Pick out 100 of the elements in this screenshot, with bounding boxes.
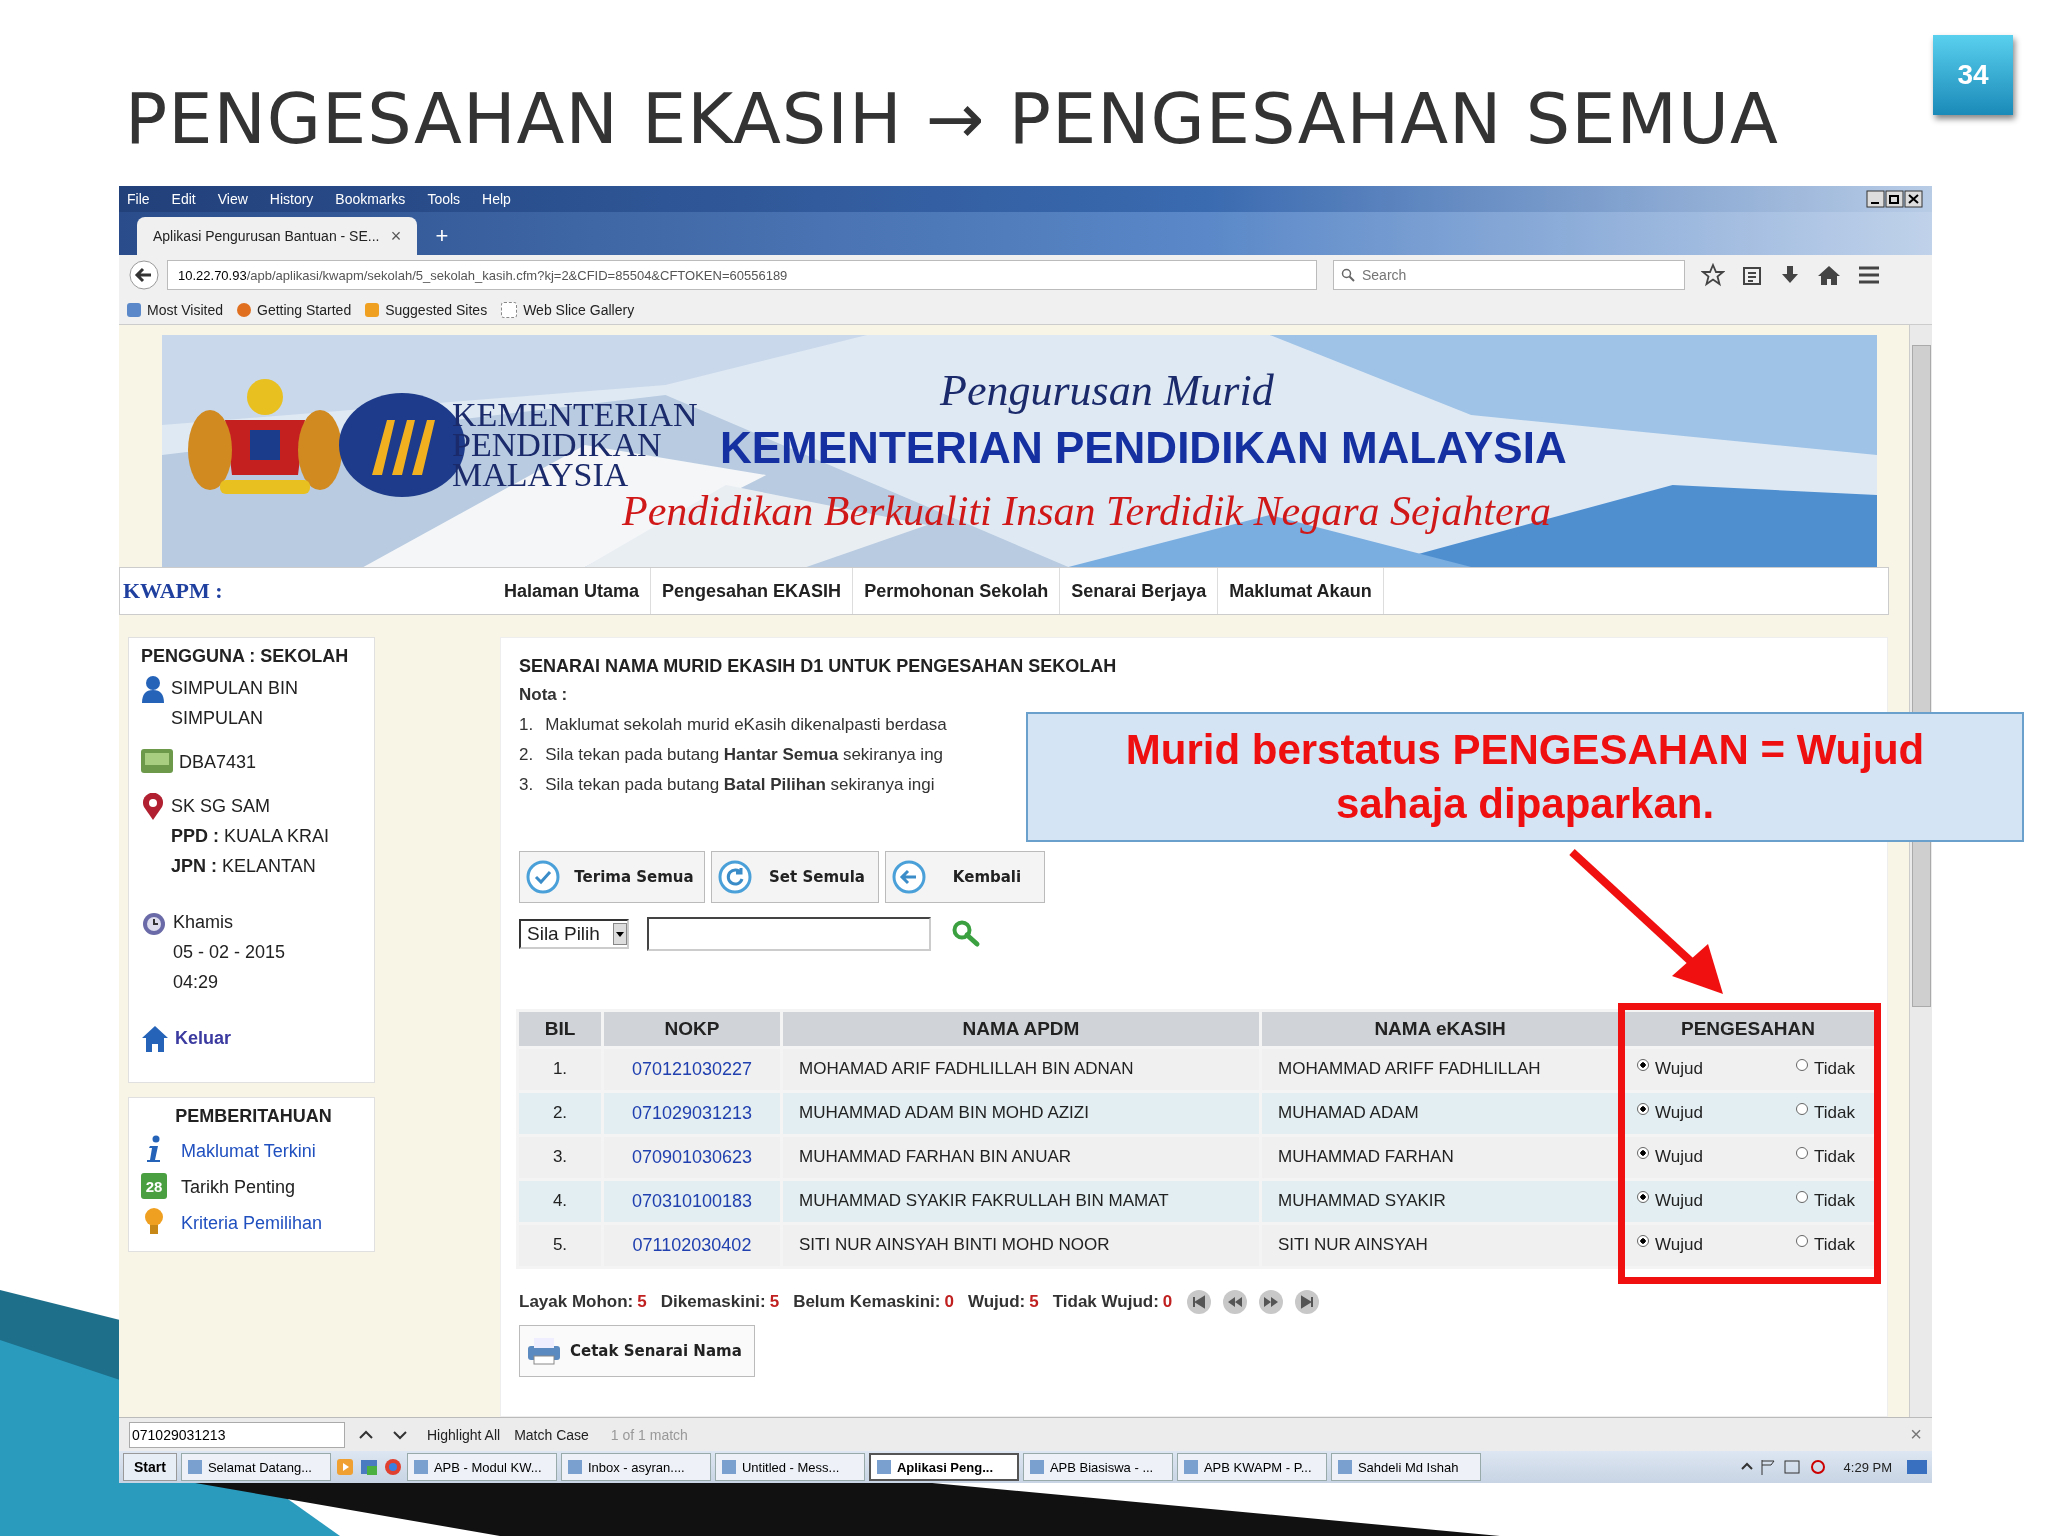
check-icon — [526, 859, 560, 894]
slide-title: PENGESAHAN EKASIH → PENGESAHAN SEMUA — [125, 78, 1779, 160]
nav-link[interactable]: Halaman Utama — [493, 567, 652, 614]
radio-button[interactable] — [1637, 1059, 1649, 1072]
pager-icon[interactable] — [1222, 1288, 1249, 1315]
action-button[interactable]: Terima Semua — [519, 850, 705, 903]
radio-label: Tidak — [1814, 1191, 1855, 1212]
radio-button[interactable] — [1796, 1059, 1809, 1072]
taskbar-button[interactable]: Inbox - asyran.... — [560, 1453, 711, 1482]
home-icon[interactable] — [1817, 264, 1841, 287]
logout-link[interactable]: Keluar — [175, 1022, 232, 1053]
bookmark-link[interactable]: Getting Started — [237, 301, 352, 318]
radio-button[interactable] — [1637, 1147, 1649, 1160]
menu-item[interactable]: Help — [482, 191, 511, 208]
menu-item[interactable]: History — [269, 191, 314, 208]
browser-icon[interactable] — [382, 1457, 403, 1478]
note-number: 2. — [519, 744, 534, 765]
window-controls-icon[interactable] — [1866, 190, 1924, 209]
table-cell: MUHAMMAD SYAKIR — [1262, 1180, 1618, 1222]
pager-icon[interactable] — [1186, 1288, 1213, 1315]
note-text: Sila tekan pada butang Hantar Semua sekiranya ing — [545, 744, 944, 765]
radio-button[interactable] — [1796, 1147, 1809, 1160]
stat-label: Wujud: — [968, 1291, 1026, 1312]
table-cell: 2. — [519, 1092, 601, 1134]
star-icon[interactable] — [1701, 263, 1725, 288]
taskbar-button[interactable]: Untitled - Mess... — [714, 1453, 865, 1482]
menu-item[interactable]: File — [127, 191, 150, 208]
bookmark-link[interactable]: Web Slice Gallery — [501, 301, 635, 318]
notice-link[interactable]: Maklumat Terkini — [181, 1132, 316, 1169]
menu-item[interactable]: Tools — [427, 191, 461, 208]
radio-button[interactable] — [1796, 1103, 1809, 1116]
nav-link[interactable]: Maklumat Akaun — [1218, 567, 1384, 614]
search-icon[interactable] — [951, 919, 981, 948]
back-icon[interactable] — [129, 260, 159, 291]
stat-label: Tidak Wujud: — [1052, 1291, 1159, 1312]
nav-link[interactable]: Permohonan Sekolah — [853, 567, 1061, 614]
taskbar-button[interactable]: APB Biasiswa - ... — [1022, 1453, 1173, 1482]
taskbar-button[interactable]: APB - Modul KW... — [406, 1453, 557, 1482]
radio-label: Tidak — [1814, 1059, 1855, 1080]
taskbar-button[interactable]: Aplikasi Peng... — [868, 1453, 1019, 1482]
search-input[interactable] — [647, 916, 931, 951]
radio-button[interactable] — [1637, 1103, 1649, 1116]
action-button[interactable]: Set Semula — [711, 850, 879, 903]
search-field[interactable]: Search — [1333, 260, 1685, 291]
nav-link[interactable]: Senarai Berjaya — [1060, 567, 1219, 614]
banner-heading: KEMENTERIAN PENDIDIKAN MALAYSIA — [720, 422, 1567, 473]
match-case-toggle[interactable]: Match Case — [514, 1426, 589, 1443]
note-text: Maklumat sekolah murid eKasih dikenalpasti berdasa — [545, 714, 947, 735]
radio-button[interactable] — [1796, 1235, 1809, 1248]
menu-item[interactable]: Bookmarks — [335, 191, 406, 208]
menu-item[interactable]: View — [217, 191, 248, 208]
find-field[interactable]: 071029031213 — [129, 1421, 345, 1448]
table-cell: MUHAMAD ADAM — [1262, 1092, 1618, 1134]
print-button[interactable]: Cetak Senarai Nama — [519, 1324, 755, 1377]
school-name: SK SG SAM — [171, 794, 272, 818]
pager-icon[interactable] — [1294, 1288, 1321, 1315]
radio-label: Wujud — [1655, 1191, 1703, 1212]
radio-button[interactable] — [1637, 1191, 1649, 1204]
clipboard-icon[interactable] — [1741, 264, 1763, 287]
bookmark-link[interactable]: Suggested Sites — [365, 301, 488, 318]
notice-link[interactable]: Kriteria Pemilihan — [181, 1204, 323, 1241]
panel-heading: PENGGUNA : SEKOLAH — [141, 645, 350, 667]
column-header: NAMA APDM — [783, 1011, 1259, 1046]
action-button[interactable]: Kembali — [885, 850, 1045, 903]
radio-button[interactable] — [1796, 1191, 1809, 1204]
stat-label: Belum Kemaskini: — [793, 1291, 941, 1312]
pager-icon[interactable] — [1258, 1288, 1285, 1315]
school-detail: JPN : KELANTAN — [171, 854, 317, 878]
bookmark-link[interactable]: Most Visited — [127, 301, 223, 318]
radio-label: Wujud — [1655, 1235, 1703, 1256]
table-cell: 4. — [519, 1180, 601, 1222]
close-button[interactable]: × — [1910, 1423, 1922, 1447]
table-cell: 3. — [519, 1136, 601, 1178]
close-tab-button[interactable]: × — [383, 216, 409, 255]
radio-button[interactable] — [1637, 1235, 1649, 1248]
radio-label: Wujud — [1655, 1103, 1703, 1124]
highlight-all-toggle[interactable]: Highlight All — [427, 1426, 501, 1443]
match-status: 1 of 1 match — [610, 1426, 688, 1443]
note-text: Sila tekan pada butang Batal Pilihan sekiranya ingi — [545, 774, 935, 795]
column-header: BIL — [519, 1011, 601, 1046]
filter-dropdown[interactable]: Sila Pilih — [519, 918, 629, 949]
address-field[interactable]: 10.22.70.93/apb/aplikasi/kwapm/sekolah/5_sekolah_kasih.cfm?kj=2&CFID=85504&CFTOKEN=60556189 — [167, 260, 1317, 291]
radio-label: Wujud — [1655, 1147, 1703, 1168]
app-icon[interactable] — [358, 1457, 379, 1478]
new-tab-button[interactable]: + — [427, 216, 457, 255]
taskbar-button[interactable]: Sahdeli Md Ishah — [1330, 1453, 1481, 1482]
nav-link[interactable]: Pengesahan EKASIH — [651, 567, 854, 614]
stat-value: 5 — [769, 1291, 780, 1312]
start-button[interactable]: Start — [123, 1453, 177, 1482]
table-cell: MUHAMMAD ADAM BIN MOHD AZIZI — [783, 1092, 1259, 1134]
site-brand: KWAPM : — [122, 577, 224, 604]
taskbar-button[interactable]: Selamat Datang... — [180, 1453, 331, 1482]
menu-icon[interactable] — [1857, 265, 1881, 286]
panel-heading: PEMBERITAHUAN — [174, 1105, 333, 1127]
note-number: 3. — [519, 774, 534, 795]
refresh-icon — [718, 859, 752, 894]
taskbar-button[interactable]: APB KWAPM - P... — [1176, 1453, 1327, 1482]
callout-text: Murid berstatus PENGESAHAN = Wujud sahaja dipaparkan. — [1124, 725, 1926, 829]
menu-item[interactable]: Edit — [171, 191, 196, 208]
table-cell: SITI NUR AINSYAH — [1262, 1224, 1618, 1266]
